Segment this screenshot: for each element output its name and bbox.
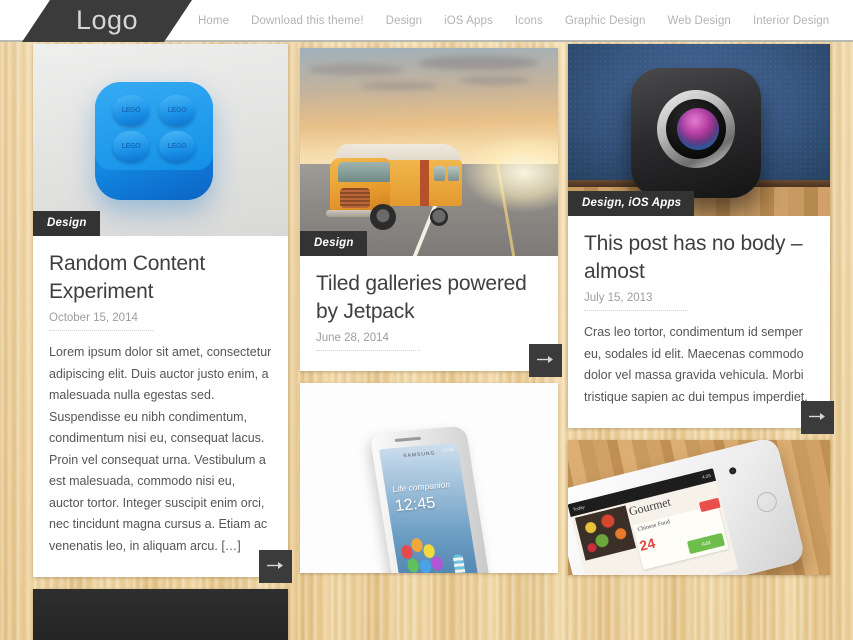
iphone-screen: Today 4:26 Gourmet Chinese Food 24 Add N… <box>568 468 739 576</box>
read-more-button[interactable] <box>259 550 292 584</box>
nav-item-graphic-design[interactable]: Graphic Design <box>565 15 646 27</box>
logo-text: Logo <box>76 4 139 35</box>
front-camera-icon <box>728 467 737 476</box>
post-title[interactable]: This post has no body – almost <box>584 230 814 285</box>
arrow-right-icon <box>537 356 553 364</box>
nav-item-ios-apps[interactable]: iOS Apps <box>444 15 493 27</box>
read-more-button[interactable] <box>801 401 834 435</box>
site-header: Logo Home Download this theme! Design iO… <box>0 0 853 42</box>
post-date: June 28, 2014 <box>316 332 420 352</box>
post-thumbnail-samsung-galaxy-s4[interactable]: SAMSUNG 12:45 Life companion 12:45 <box>300 383 558 574</box>
post-card-gourmet-app[interactable]: Today 4:26 Gourmet Chinese Food 24 Add N… <box>568 440 830 576</box>
post-thumbnail-lego-icon[interactable]: Design <box>33 44 288 236</box>
post-title[interactable]: Tiled galleries powered by Jetpack <box>316 270 542 325</box>
post-thumbnail-gourmet-iphone[interactable]: Today 4:26 Gourmet Chinese Food 24 Add N… <box>568 440 830 576</box>
sun-glow <box>464 134 558 212</box>
lego-brick-icon <box>95 82 213 200</box>
post-card-partial-dark[interactable] <box>33 589 288 640</box>
post-body: This post has no body – almost July 15, … <box>568 216 830 428</box>
post-excerpt: Lorem ipsum dolor sit amet, consectetur … <box>49 345 272 553</box>
status-bar-left: Today <box>572 504 586 513</box>
samsung-phone-illustration: SAMSUNG 12:45 Life companion 12:45 <box>369 426 491 574</box>
menu-item-title: Chinese Food <box>637 519 671 534</box>
balloon-hand <box>452 554 468 574</box>
camera-app-icon <box>631 68 761 198</box>
main-navigation: Home Download this theme! Design iOS App… <box>198 0 829 42</box>
nav-item-icons[interactable]: Icons <box>515 15 543 27</box>
post-category-badge[interactable]: Design <box>33 211 100 236</box>
read-more-button[interactable] <box>529 344 562 378</box>
post-date: July 15, 2013 <box>584 292 688 312</box>
masonry-grid: Design Random Content Experiment October… <box>0 44 853 640</box>
grid-column-2: Design Tiled galleries powered by Jetpac… <box>300 48 562 585</box>
post-card-random-content-experiment[interactable]: Design Random Content Experiment October… <box>33 44 292 584</box>
post-card-samsung-galaxy[interactable]: SAMSUNG 12:45 Life companion 12:45 <box>300 383 558 574</box>
nav-item-design[interactable]: Design <box>386 15 422 27</box>
post-category-badge[interactable]: Design <box>300 231 367 256</box>
post-date: October 15, 2014 <box>49 312 153 332</box>
nav-item-web-design[interactable]: Web Design <box>668 15 731 27</box>
food-photo <box>574 505 637 562</box>
phone-tagline: Life companion <box>391 479 451 495</box>
add-button[interactable]: Add <box>686 533 726 555</box>
menu-item-price: 24 <box>637 535 657 555</box>
phone-screen: SAMSUNG 12:45 Life companion 12:45 <box>379 442 480 574</box>
bus-illustration <box>322 144 462 230</box>
post-thumbnail-partial[interactable] <box>33 589 288 640</box>
arrow-right-icon <box>267 562 283 570</box>
phone-lockscreen-clock: 12:45 <box>393 495 437 516</box>
post-body: Random Content Experiment October 15, 20… <box>33 236 288 577</box>
post-category-badge[interactable]: Design, iOS Apps <box>568 191 695 216</box>
post-card-this-post-has-no-body-almost[interactable]: Design, iOS Apps This post has no body –… <box>568 44 834 435</box>
nav-item-download-theme[interactable]: Download this theme! <box>251 15 364 27</box>
post-card-tiled-galleries-powered-by-jetpack[interactable]: Design Tiled galleries powered by Jetpac… <box>300 48 562 378</box>
post-excerpt: Cras leo tortor, condimentum id semper e… <box>584 325 808 404</box>
grid-column-1: Design Random Content Experiment October… <box>33 44 292 640</box>
post-thumbnail-vintage-bus[interactable]: Design <box>300 48 558 256</box>
arrow-right-icon <box>809 413 825 421</box>
site-logo[interactable]: Logo <box>22 0 192 42</box>
earpiece-speaker <box>394 437 421 442</box>
post-thumbnail-camera-icon[interactable]: Design, iOS Apps <box>568 44 830 216</box>
post-title[interactable]: Random Content Experiment <box>49 250 272 305</box>
grid-column-3: Design, iOS Apps This post has no body –… <box>568 44 834 587</box>
status-bar-right: 4:26 <box>701 473 712 481</box>
home-button-icon <box>754 490 779 515</box>
nav-item-home[interactable]: Home <box>198 15 229 27</box>
post-body: Tiled galleries powered by Jetpack June … <box>300 256 558 371</box>
nav-item-interior-design[interactable]: Interior Design <box>753 15 829 27</box>
